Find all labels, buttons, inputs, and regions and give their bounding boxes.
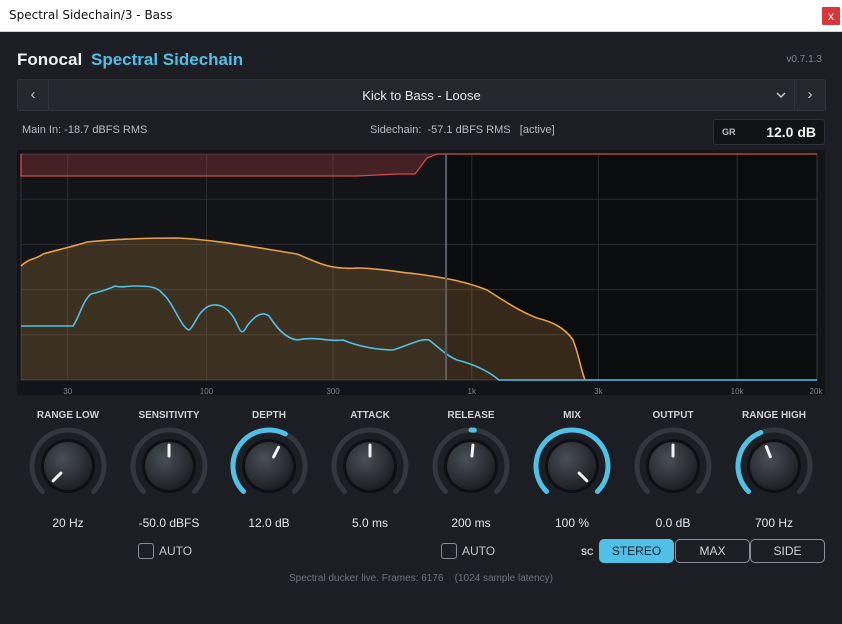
knob-dial[interactable] — [330, 426, 410, 506]
axis-label: 20k — [809, 387, 823, 396]
brand-name: Fonocal — [17, 50, 83, 69]
knob-label: ATTACK — [350, 410, 390, 421]
knob-value: 700 Hz — [754, 516, 794, 530]
knob-dial[interactable] — [229, 426, 309, 506]
axis-label: 300 — [326, 387, 340, 396]
knob-dial[interactable] — [734, 426, 814, 506]
knob-label: OUTPUT — [652, 410, 694, 421]
sc-mode-side-button[interactable]: SIDE — [750, 539, 825, 563]
gain-reduction-display: GR 12.0 dB — [713, 119, 825, 145]
knob-value: 0.0 dB — [655, 516, 691, 530]
window-title: Spectral Sidechain/3 - Bass — [9, 8, 173, 22]
axis-label: 30 — [63, 387, 73, 396]
gr-label: GR — [722, 127, 736, 137]
checkbox-box[interactable] — [441, 543, 457, 559]
chevron-down-icon — [776, 92, 786, 99]
knob-label: SENSITIVITY — [138, 410, 200, 421]
knob-value: 20 Hz — [52, 516, 84, 530]
axis-label: 10k — [730, 387, 744, 396]
knob-dial[interactable] — [129, 426, 209, 506]
knob-dial[interactable] — [28, 426, 108, 506]
knob-value: 5.0 ms — [351, 516, 388, 530]
sc-mode-max-button[interactable]: MAX — [675, 539, 750, 563]
knob-dial[interactable] — [633, 426, 713, 506]
knob-dial[interactable] — [431, 426, 511, 506]
plugin-panel: Fonocal Spectral Sidechain v0.7.1.3 ‹ Ki… — [0, 32, 842, 624]
main-in-meter: Main In: -18.7 dBFS RMS — [22, 124, 148, 136]
knob-range-high[interactable]: RANGE HIGH 700 Hz — [726, 410, 822, 530]
sidechain-meter: Sidechain: -57.1 dBFS RMS [active] — [370, 124, 555, 136]
knob-release[interactable]: RELEASE 200 ms — [423, 410, 519, 530]
status-text: Spectral ducker live. Frames: 6176 (1024… — [288, 573, 553, 584]
chevron-right-icon: › — [807, 86, 813, 103]
gr-value: 12.0 dB — [766, 124, 816, 140]
preset-dropdown-button[interactable] — [769, 80, 793, 110]
knob-value: 200 ms — [451, 516, 491, 530]
auto-release-label: AUTO — [462, 544, 496, 558]
knob-label: RANGE HIGH — [742, 410, 806, 421]
axis-label: 1k — [467, 387, 477, 396]
knob-body — [750, 442, 798, 490]
knob-label: RELEASE — [447, 410, 495, 421]
version-label: v0.7.1.3 — [786, 54, 822, 65]
sc-mode-stereo-button[interactable]: STEREO — [599, 539, 674, 563]
knob-mix[interactable]: MIX 100 % — [524, 410, 620, 530]
knob-label: DEPTH — [252, 410, 286, 421]
close-icon[interactable]: x — [822, 7, 840, 25]
axis-label: 100 — [199, 387, 214, 396]
preset-name[interactable]: Kick to Bass - Loose — [18, 88, 825, 103]
spectrum-display[interactable] — [17, 150, 825, 395]
checkbox-box[interactable] — [138, 543, 154, 559]
knob-body — [548, 442, 596, 490]
knob-range-low[interactable]: RANGE LOW 20 Hz — [20, 410, 116, 530]
knob-pointer — [470, 443, 475, 458]
axis-label: 3k — [594, 387, 603, 396]
product-name: Spectral Sidechain — [91, 50, 244, 69]
status-bar: Spectral ducker live. Frames: 6176 (1024… — [0, 573, 842, 584]
auto-sensitivity-label: AUTO — [159, 544, 193, 558]
knob-dial[interactable] — [532, 426, 612, 506]
knob-label: MIX — [563, 410, 581, 421]
knob-body — [245, 442, 293, 490]
knob-depth[interactable]: DEPTH 12.0 dB — [221, 410, 317, 530]
knob-body — [447, 442, 495, 490]
knob-sensitivity[interactable]: SENSITIVITY -50.0 dBFS — [121, 410, 217, 530]
preset-next-button[interactable]: › — [794, 80, 825, 110]
knob-label: RANGE LOW — [36, 410, 100, 421]
knob-value: 12.0 dB — [248, 516, 290, 530]
window-titlebar: Spectral Sidechain/3 - Bass x — [0, 0, 842, 32]
sidechain-mode-label: SC — [581, 547, 594, 557]
knob-attack[interactable]: ATTACK 5.0 ms — [322, 410, 418, 530]
preset-bar: ‹ Kick to Bass - Loose › — [17, 79, 826, 111]
knob-body — [44, 442, 92, 490]
knob-output[interactable]: OUTPUT 0.0 dB — [625, 410, 721, 530]
knob-value: -50.0 dBFS — [138, 516, 200, 530]
knob-value: 100 % — [554, 516, 590, 530]
